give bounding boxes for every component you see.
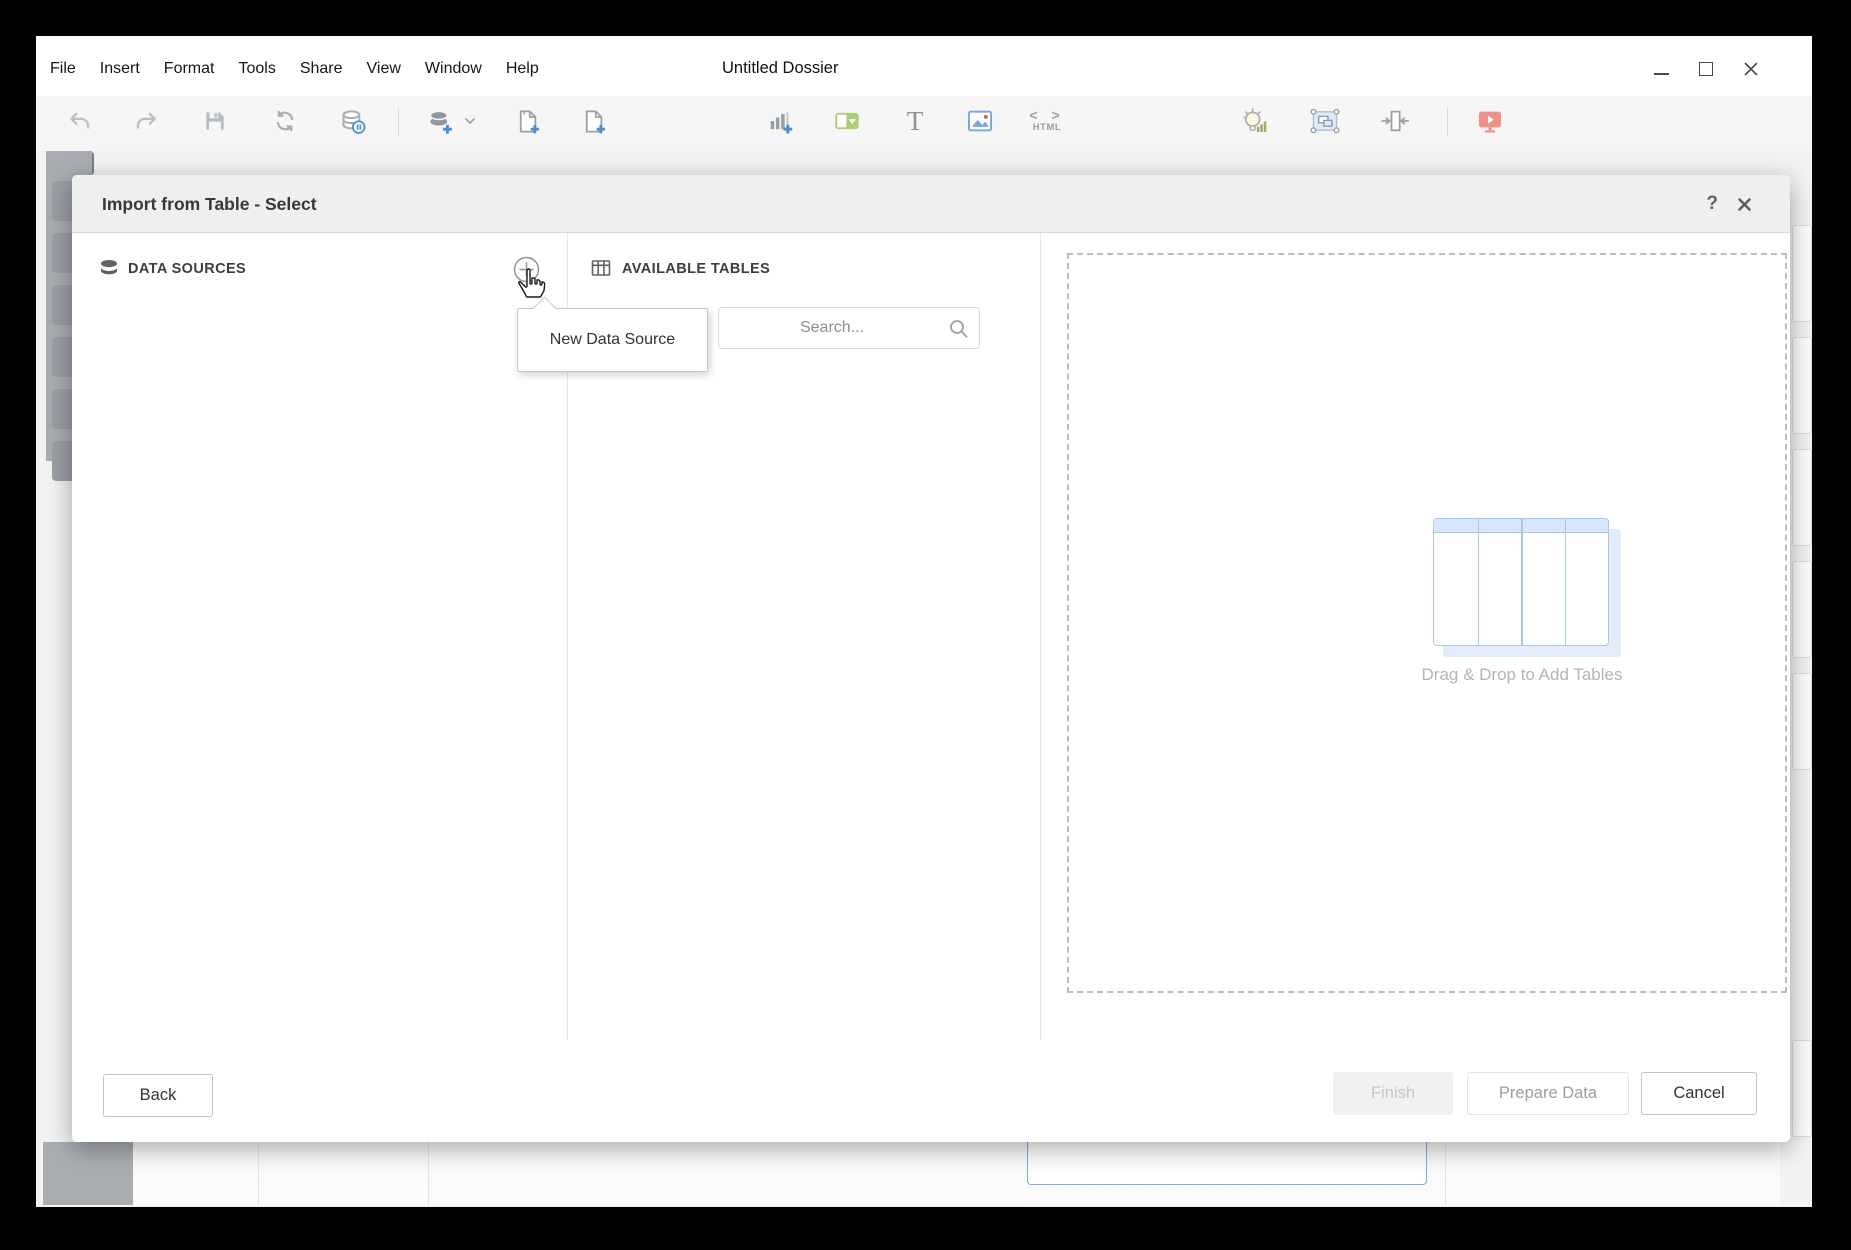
table-grid-icon	[590, 257, 612, 279]
background-format-tile	[1792, 449, 1812, 546]
back-button[interactable]: Back	[103, 1074, 213, 1117]
table-illustration-column-line	[1521, 519, 1523, 645]
table-illustration-column-line	[1478, 519, 1480, 645]
background-divider	[1445, 1142, 1446, 1205]
page-add-icon	[514, 108, 541, 135]
background-format-tile	[1792, 337, 1812, 434]
background-format-tile	[1792, 673, 1812, 770]
search-box	[718, 307, 980, 349]
search-icon[interactable]	[948, 318, 970, 340]
insert-page-button[interactable]	[508, 100, 546, 142]
import-from-table-dialog: Import from Table - Select ? DATA SOURCE…	[72, 175, 1790, 1142]
background-divider	[428, 1142, 429, 1205]
insert-visualization-button[interactable]	[761, 100, 799, 142]
menu-window[interactable]: Window	[423, 60, 484, 78]
background-format-tile	[1792, 561, 1812, 658]
undo-button[interactable]	[61, 100, 99, 142]
presentation-mode-button[interactable]	[1471, 100, 1509, 142]
database-icon	[98, 257, 120, 279]
screen: File Insert Format Tools Share View Wind…	[0, 0, 1851, 1250]
insert-panel-button[interactable]	[574, 100, 612, 142]
insert-image-button[interactable]	[961, 100, 999, 142]
dialog-close-button[interactable]	[1737, 175, 1752, 233]
table-drop-zone[interactable]: Drag & Drop to Add Tables	[1067, 253, 1787, 993]
html-icon: < > HTML	[1029, 109, 1064, 133]
prepare-data-button[interactable]: Prepare Data	[1467, 1072, 1629, 1115]
maximize-icon	[1699, 62, 1713, 76]
fit-width-icon	[1381, 107, 1409, 135]
toolbar: T < > HTML	[36, 96, 1812, 151]
cancel-button[interactable]: Cancel	[1641, 1072, 1757, 1115]
close-window-button[interactable]	[1742, 60, 1760, 78]
toolbar-separator	[1447, 108, 1448, 136]
undo-icon	[67, 108, 93, 134]
data-sources-heading: DATA SOURCES	[128, 261, 246, 277]
insert-text-button[interactable]: T	[896, 100, 934, 142]
menu-file[interactable]: File	[48, 60, 78, 78]
toolbar-separator	[398, 108, 399, 136]
menu-insert[interactable]: Insert	[98, 60, 142, 78]
add-data-dropdown[interactable]	[460, 100, 480, 142]
fit-to-window-button[interactable]	[1376, 100, 1414, 142]
dialog-header: Import from Table - Select ?	[72, 175, 1790, 233]
background-format-tile	[1792, 1040, 1812, 1137]
minimize-button[interactable]	[1652, 60, 1670, 78]
text-icon: T	[907, 108, 924, 135]
menu-format[interactable]: Format	[162, 60, 217, 78]
document-title: Untitled Dossier	[722, 36, 838, 101]
background-divider	[258, 1142, 259, 1205]
titlebar: File Insert Format Tools Share View Wind…	[36, 36, 1812, 101]
tooltip-text: New Data Source	[550, 331, 675, 349]
refresh-icon	[272, 108, 298, 134]
hand-cursor	[515, 267, 547, 299]
selector-icon	[833, 107, 861, 135]
drop-hint-text: Drag & Drop to Add Tables	[1322, 665, 1722, 685]
lightbulb-insights-icon	[1240, 106, 1270, 136]
menu-view[interactable]: View	[365, 60, 403, 78]
save-button[interactable]	[196, 100, 234, 142]
close-icon	[1742, 60, 1760, 78]
insert-selector-button[interactable]	[828, 100, 866, 142]
chart-add-icon	[766, 107, 794, 135]
redo-button[interactable]	[127, 100, 165, 142]
panel-add-icon	[580, 108, 607, 135]
presentation-icon	[1476, 107, 1504, 135]
save-icon	[202, 108, 228, 134]
html-brackets: < >	[1029, 109, 1064, 122]
dialog-title: Import from Table - Select	[102, 175, 317, 233]
free-form-layout-button[interactable]	[1306, 100, 1344, 142]
image-icon	[966, 107, 994, 135]
table-illustration-column-line	[1565, 519, 1567, 645]
layout-canvas-icon	[1310, 106, 1340, 136]
menu-help[interactable]: Help	[504, 60, 541, 78]
menu-tools[interactable]: Tools	[236, 60, 277, 78]
maximize-button[interactable]	[1697, 60, 1715, 78]
dialog-help-button[interactable]: ?	[1706, 175, 1718, 233]
chevron-down-icon	[464, 115, 476, 127]
html-word: HTML	[1033, 122, 1061, 133]
finish-button[interactable]: Finish	[1333, 1072, 1453, 1115]
background-format-tile	[1792, 225, 1812, 322]
menu-share[interactable]: Share	[298, 60, 345, 78]
window-controls	[1652, 36, 1760, 101]
table-illustration	[1433, 518, 1609, 646]
available-tables-heading: AVAILABLE TABLES	[622, 261, 770, 277]
database-pause-icon	[339, 108, 366, 135]
panel-divider	[1040, 233, 1041, 1040]
add-data-button[interactable]	[421, 100, 459, 142]
minimize-icon	[1654, 73, 1669, 75]
redo-icon	[133, 108, 159, 134]
dialog-close-icon	[1737, 197, 1752, 212]
insert-html-button[interactable]: < > HTML	[1028, 100, 1066, 142]
pause-datasets-button[interactable]	[333, 100, 371, 142]
database-add-icon	[427, 108, 454, 135]
menubar: File Insert Format Tools Share View Wind…	[48, 36, 541, 101]
refresh-button[interactable]	[266, 100, 304, 142]
background-panel	[92, 1142, 1780, 1205]
contextual-insights-button[interactable]	[1236, 100, 1274, 142]
search-input[interactable]	[719, 308, 979, 348]
new-data-source-tooltip: New Data Source	[517, 308, 708, 372]
background-block	[43, 1142, 133, 1205]
